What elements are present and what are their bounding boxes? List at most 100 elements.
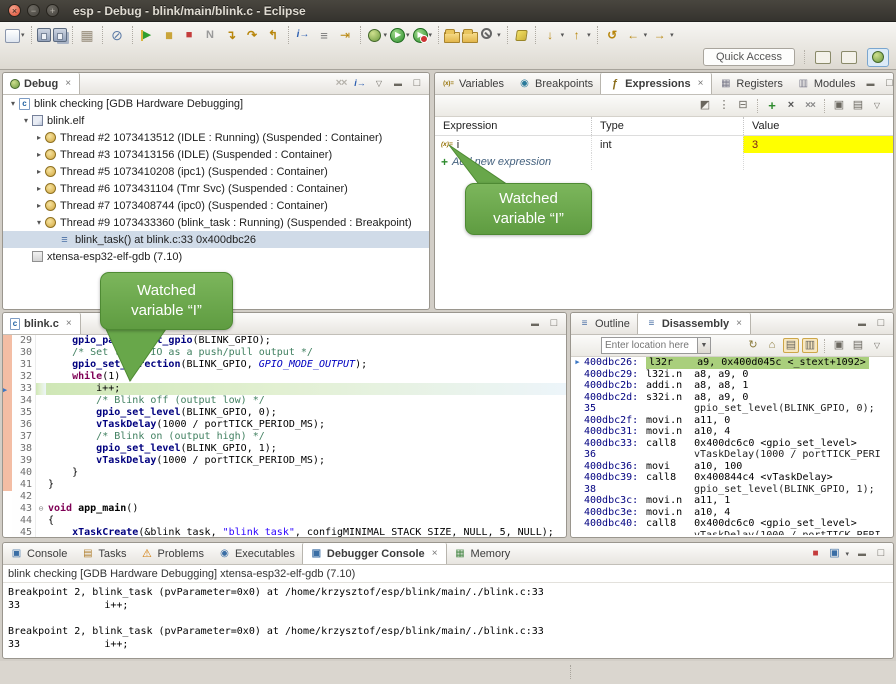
disassembly-line[interactable]: 38gpio_set_level(BLINK_GPIO, 1); (571, 484, 893, 496)
column-header-type[interactable]: Type (591, 117, 743, 135)
window-maximize-button[interactable] (46, 4, 59, 17)
debug-tree-item[interactable]: ▸Thread #3 1073413156 (IDLE) (Suspended … (3, 146, 429, 163)
view-menu-icon[interactable] (869, 338, 885, 353)
open-perspective-icon[interactable] (815, 51, 831, 64)
disconnect-icon[interactable] (201, 26, 220, 45)
home-icon[interactable] (764, 338, 780, 353)
external-tools-dropdown-icon[interactable]: ▾ (429, 31, 433, 39)
cpp-perspective-icon[interactable] (841, 51, 857, 64)
column-header-value[interactable]: Value (743, 117, 893, 135)
step-over-icon[interactable] (243, 26, 262, 45)
expressions-tab-variables[interactable]: Variables (435, 73, 511, 94)
debug-tab-debug[interactable]: Debug (3, 73, 80, 94)
disassembly-line[interactable]: 400dbc2d:s32i.n a8, a9, 0 (571, 392, 893, 404)
remove-all-terminated-icon[interactable] (333, 76, 349, 91)
window-minimize-button[interactable] (27, 4, 40, 17)
tree-expand-icon[interactable]: ▸ (33, 201, 45, 210)
code-line[interactable]: 37 /* Blink on (output high) */ (3, 431, 566, 443)
code-line[interactable]: 43⊖void app_main() (3, 503, 566, 515)
run-icon[interactable] (390, 28, 405, 43)
code-line[interactable]: 35 gpio_set_level(BLINK_GPIO, 0); (3, 407, 566, 419)
pin-view-icon[interactable] (850, 338, 866, 353)
save-all-icon[interactable] (53, 28, 67, 42)
back-icon[interactable] (624, 26, 643, 45)
disassembly-line[interactable]: 400dbc2f:movi.n a11, 0 (571, 415, 893, 427)
console-output[interactable]: Breakpoint 2, blink_task (pvParameter=0x… (3, 583, 893, 654)
external-tools-icon[interactable] (413, 28, 428, 43)
tree-expand-icon[interactable]: ▾ (20, 116, 32, 125)
code-line[interactable]: 31 gpio_set_direction(BLINK_GPIO, GPIO_M… (3, 359, 566, 371)
run-dropdown-icon[interactable]: ▾ (406, 31, 410, 39)
value-cell[interactable]: 3 (743, 136, 893, 153)
disassembly-line[interactable]: vTaskDelay(1000 / portTICK_PERI (571, 530, 893, 536)
open-folder-icon[interactable] (462, 32, 478, 43)
pin-view-icon[interactable] (850, 98, 866, 113)
resume-icon[interactable] (138, 26, 157, 45)
expressions-tab-expressions[interactable]: Expressions (600, 73, 712, 94)
collapse-all-icon[interactable] (735, 98, 751, 113)
forward-icon[interactable] (650, 26, 669, 45)
tree-expand-icon[interactable]: ▾ (33, 218, 45, 227)
new-view-icon[interactable] (831, 338, 847, 353)
debug-tree-item[interactable]: ▸Thread #2 1073413512 (IDLE : Running) (… (3, 129, 429, 146)
instruction-stepping-icon[interactable] (352, 76, 368, 91)
search-dropdown-icon[interactable]: ▾ (497, 31, 501, 39)
disassembly-line[interactable]: 400dbc33:call8 0x400dc6c0 <gpio_set_leve… (571, 438, 893, 450)
console-tab-memory[interactable]: Memory (447, 543, 518, 564)
code-line[interactable]: 42 (3, 491, 566, 503)
minimize-icon[interactable] (527, 316, 543, 331)
add-expression-icon[interactable] (764, 98, 780, 113)
maximize-icon[interactable] (409, 76, 425, 91)
new-wizard-icon[interactable] (5, 29, 20, 43)
expressions-tab-registers[interactable]: Registers (712, 73, 789, 94)
search-icon[interactable] (481, 28, 492, 39)
code-line[interactable]: 30 /* Set the GPIO as a push/pull output… (3, 347, 566, 359)
type-cell[interactable]: int (591, 136, 743, 153)
close-tab-icon[interactable] (64, 78, 72, 89)
debug-perspective-icon[interactable] (867, 48, 889, 67)
window-close-button[interactable] (8, 4, 21, 17)
new-wizard-dropdown-icon[interactable]: ▾ (21, 31, 25, 39)
next-annotation-dropdown-icon[interactable]: ▾ (561, 31, 565, 39)
debug-tree-item[interactable]: ▸Thread #7 1073408744 (ipc0) (Suspended … (3, 197, 429, 214)
new-view-icon[interactable] (831, 98, 847, 113)
refresh-icon[interactable] (745, 338, 761, 353)
code-line[interactable]: 44{ (3, 515, 566, 527)
code-line[interactable]: 32 while(1) { (3, 371, 566, 383)
disassembly-listing[interactable]: ▶400dbc26:l32r a9, 0x400d045c <_stext+10… (571, 357, 893, 535)
tree-expand-icon[interactable]: ▸ (33, 133, 45, 142)
remove-expression-icon[interactable] (783, 98, 799, 113)
previous-annotation-dropdown-icon[interactable]: ▾ (587, 31, 591, 39)
instruction-stepping-icon[interactable] (294, 26, 313, 45)
disassembly-tab-outline[interactable]: Outline (571, 313, 637, 334)
maximize-icon[interactable] (873, 316, 889, 331)
code-line[interactable]: 38 gpio_set_level(BLINK_GPIO, 1); (3, 443, 566, 455)
disassembly-line[interactable]: 400dbc2b:addi.n a8, a8, 1 (571, 380, 893, 392)
mark-occurrences-icon[interactable] (515, 30, 528, 41)
show-view-icon[interactable] (315, 26, 334, 45)
forward-dropdown-icon[interactable]: ▾ (670, 31, 674, 39)
code-editor[interactable]: 29 gpio_pad_select_gpio(BLINK_GPIO);30 /… (3, 335, 566, 537)
close-tab-icon[interactable] (431, 548, 439, 559)
location-dropdown-icon[interactable]: ▼ (697, 337, 711, 354)
disassembly-line[interactable]: 400dbc36:movi a10, 100 (571, 461, 893, 473)
open-project-icon[interactable] (444, 32, 460, 43)
save-icon[interactable] (37, 28, 51, 42)
maximize-icon[interactable] (881, 76, 894, 91)
console-tab-problems[interactable]: Problems (133, 543, 210, 564)
step-into-icon[interactable] (222, 26, 241, 45)
tree-expand-icon[interactable]: ▾ (7, 99, 19, 108)
remove-all-expressions-icon[interactable] (802, 98, 818, 113)
fold-marker[interactable]: ⊖ (36, 503, 46, 515)
disassembly-line[interactable]: 36vTaskDelay(1000 / portTICK_PERI (571, 449, 893, 461)
console-tab-executables[interactable]: Executables (211, 543, 302, 564)
debug-icon[interactable] (368, 29, 381, 42)
column-header-expression[interactable]: Expression (435, 117, 591, 135)
debug-tree-item[interactable]: ▸Thread #6 1073431104 (Tmr Svc) (Suspend… (3, 180, 429, 197)
back-dropdown-icon[interactable]: ▾ (644, 31, 648, 39)
show-type-names-icon[interactable] (697, 98, 713, 113)
step-return-icon[interactable] (264, 26, 283, 45)
maximize-icon[interactable] (873, 546, 889, 561)
quick-access-button[interactable]: Quick Access (703, 48, 795, 66)
last-edit-location-icon[interactable] (603, 26, 622, 45)
